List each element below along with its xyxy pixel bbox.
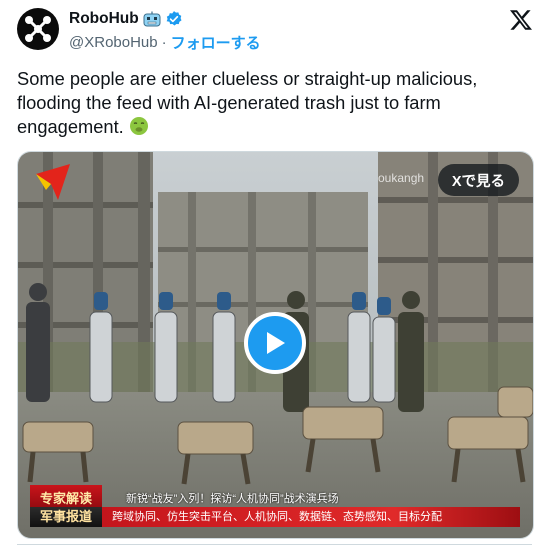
video-player[interactable]: oukangh Xで見る 专家解读 新锐“战友”入列！探访“人机协同”战术演兵场… (17, 151, 534, 539)
tweet-text: Some people are either clueless or strai… (17, 67, 537, 139)
caption-ticker: 跨域协同、仿生突击平台、人机协同、数据链、态势感知、目标分配 (102, 507, 520, 527)
tweet-card: RoboHub @XRoboHub · フォローする Some people a… (0, 0, 548, 551)
watch-on-x-button[interactable]: Xで見る (437, 164, 519, 196)
verified-badge-icon (166, 11, 182, 26)
video-watermark: oukangh (378, 171, 425, 185)
tweet-body: Some people are either clueless or strai… (17, 68, 478, 137)
author-name[interactable]: RoboHub (69, 10, 139, 28)
avatar[interactable] (17, 8, 59, 50)
video-caption-bottom: 军事报道 跨域协同、仿生突击平台、人机协同、数据链、态势感知、目标分配 (30, 507, 520, 527)
play-icon (267, 332, 285, 354)
divider (17, 544, 532, 545)
follow-button[interactable]: フォローする (171, 32, 261, 53)
separator-dot: · (161, 34, 167, 51)
x-logo-icon[interactable] (509, 8, 533, 32)
author-handle-row: @XRoboHub · フォローする (69, 32, 261, 53)
play-button[interactable] (244, 312, 306, 374)
caption-title: 新锐“战友”入列！探访“人机协同”战术演兵场 (126, 492, 339, 505)
author-name-row[interactable]: RoboHub (69, 10, 183, 28)
robohub-logo-icon (25, 16, 51, 42)
caption-tag-military: 军事报道 (30, 507, 103, 527)
nauseated-face-icon (129, 117, 148, 135)
robot-face-icon (143, 11, 161, 27)
author-handle[interactable]: @XRoboHub (69, 34, 158, 51)
